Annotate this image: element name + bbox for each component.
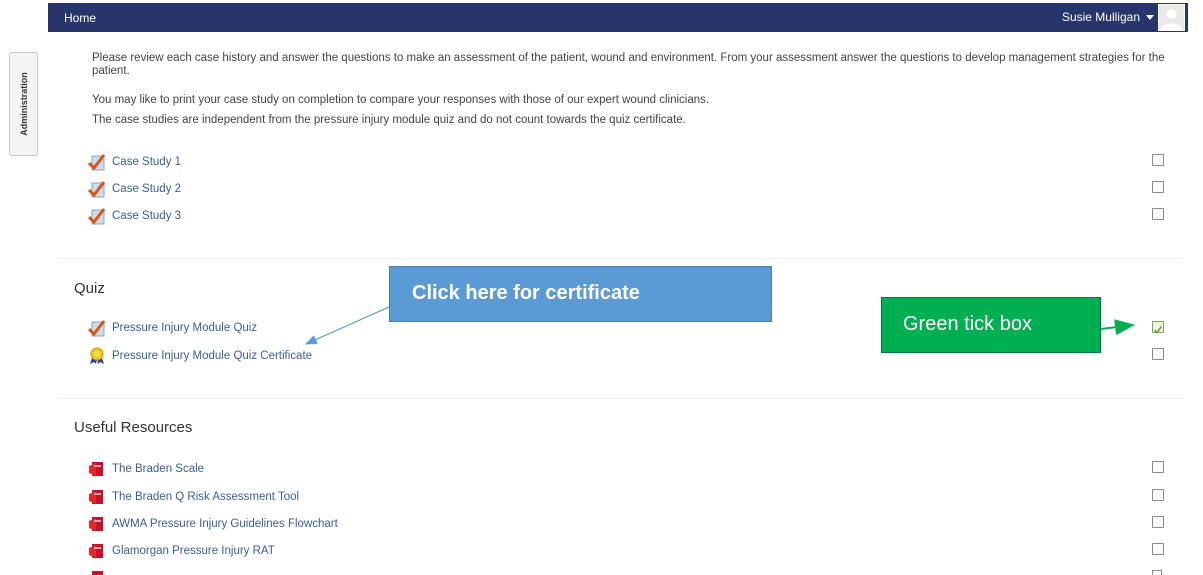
completion-checkbox[interactable] [1152, 154, 1164, 166]
quiz-icon [88, 154, 106, 171]
case-study-label[interactable]: Case Study 2 [112, 183, 181, 195]
resource-link-braden-q[interactable]: The Braden Q Risk Assessment Tool [88, 487, 299, 507]
completion-checkbox[interactable] [1152, 461, 1164, 473]
pressure-injury-quiz-link[interactable]: Pressure Injury Module Quiz [88, 318, 257, 338]
resource-label[interactable]: AWMA Pressure Injury Guidelines Flowchar… [112, 518, 338, 530]
certificate-callout-text: Click here for certificate [412, 282, 640, 304]
intro-paragraph-1: Please review each case history and answ… [92, 52, 1165, 77]
completion-checkbox[interactable] [1152, 543, 1164, 555]
tickbox-arrow [1100, 319, 1135, 336]
administration-tab[interactable]: Administration [9, 52, 38, 156]
resource-label[interactable]: The Braden Q Risk Assessment Tool [112, 491, 299, 503]
pdf-icon [89, 544, 103, 558]
quiz-label[interactable]: Pressure Injury Module Quiz [112, 322, 257, 334]
resource-label[interactable]: The Braden Scale [112, 463, 204, 475]
tickbox-callout-text: Green tick box [903, 313, 1032, 335]
certificate-arrow [304, 306, 390, 345]
pdf-icon [89, 517, 103, 531]
certificate-label[interactable]: Pressure Injury Module Quiz Certificate [112, 350, 312, 362]
quiz-icon [88, 208, 106, 225]
user-silhouette-icon [1161, 9, 1182, 30]
quiz-certificate-link[interactable]: Pressure Injury Module Quiz Certificate [88, 346, 312, 366]
pdf-icon [88, 569, 106, 575]
certificate-callout: Click here for certificate [389, 266, 772, 322]
user-menu[interactable]: Susie Mulligan [1062, 10, 1154, 24]
intro-paragraph-2: You may like to print your case study on… [92, 94, 710, 106]
case-study-label[interactable]: Case Study 1 [112, 156, 181, 168]
case-study-1-link[interactable]: Case Study 1 [88, 152, 181, 172]
resource-link-awma-flowchart[interactable]: AWMA Pressure Injury Guidelines Flowchar… [88, 514, 338, 534]
intro-paragraph-3: The case studies are independent from th… [92, 114, 686, 126]
resource-link-glamorgan-rat[interactable]: Glamorgan Pressure Injury RAT [88, 541, 275, 561]
case-study-label[interactable]: Case Study 3 [112, 210, 181, 222]
avatar[interactable] [1158, 4, 1185, 31]
completion-checkbox[interactable] [1152, 489, 1164, 501]
useful-resources-section-title: Useful Resources [74, 419, 193, 436]
section-divider [58, 398, 1183, 399]
quiz-icon [88, 181, 106, 198]
tickbox-callout: Green tick box [881, 297, 1101, 353]
case-study-3-link[interactable]: Case Study 3 [88, 206, 181, 226]
administration-tab-label[interactable]: Administration [19, 72, 29, 136]
completion-checkbox[interactable] [1152, 570, 1162, 575]
section-divider [58, 258, 1183, 259]
user-name[interactable]: Susie Mulligan [1062, 10, 1140, 24]
case-study-2-link[interactable]: Case Study 2 [88, 179, 181, 199]
home-link[interactable]: Home [64, 11, 96, 25]
pdf-icon [89, 490, 103, 504]
resource-link-braden-scale[interactable]: The Braden Scale [88, 459, 204, 479]
top-navbar: Home Susie Mulligan [48, 3, 1188, 32]
resource-label[interactable]: Glamorgan Pressure Injury RAT [112, 545, 275, 557]
certificate-icon [90, 347, 104, 364]
completion-checkbox[interactable] [1152, 516, 1164, 528]
completion-checkbox-checked[interactable] [1152, 321, 1164, 334]
pdf-icon [89, 462, 103, 476]
completion-checkbox[interactable] [1152, 348, 1164, 360]
quiz-section-title: Quiz [74, 280, 105, 297]
completion-checkbox[interactable] [1152, 181, 1164, 193]
completion-checkbox[interactable] [1152, 208, 1164, 220]
quiz-icon [88, 320, 106, 337]
green-tick-icon [1153, 326, 1163, 334]
caret-down-icon[interactable] [1146, 14, 1154, 20]
